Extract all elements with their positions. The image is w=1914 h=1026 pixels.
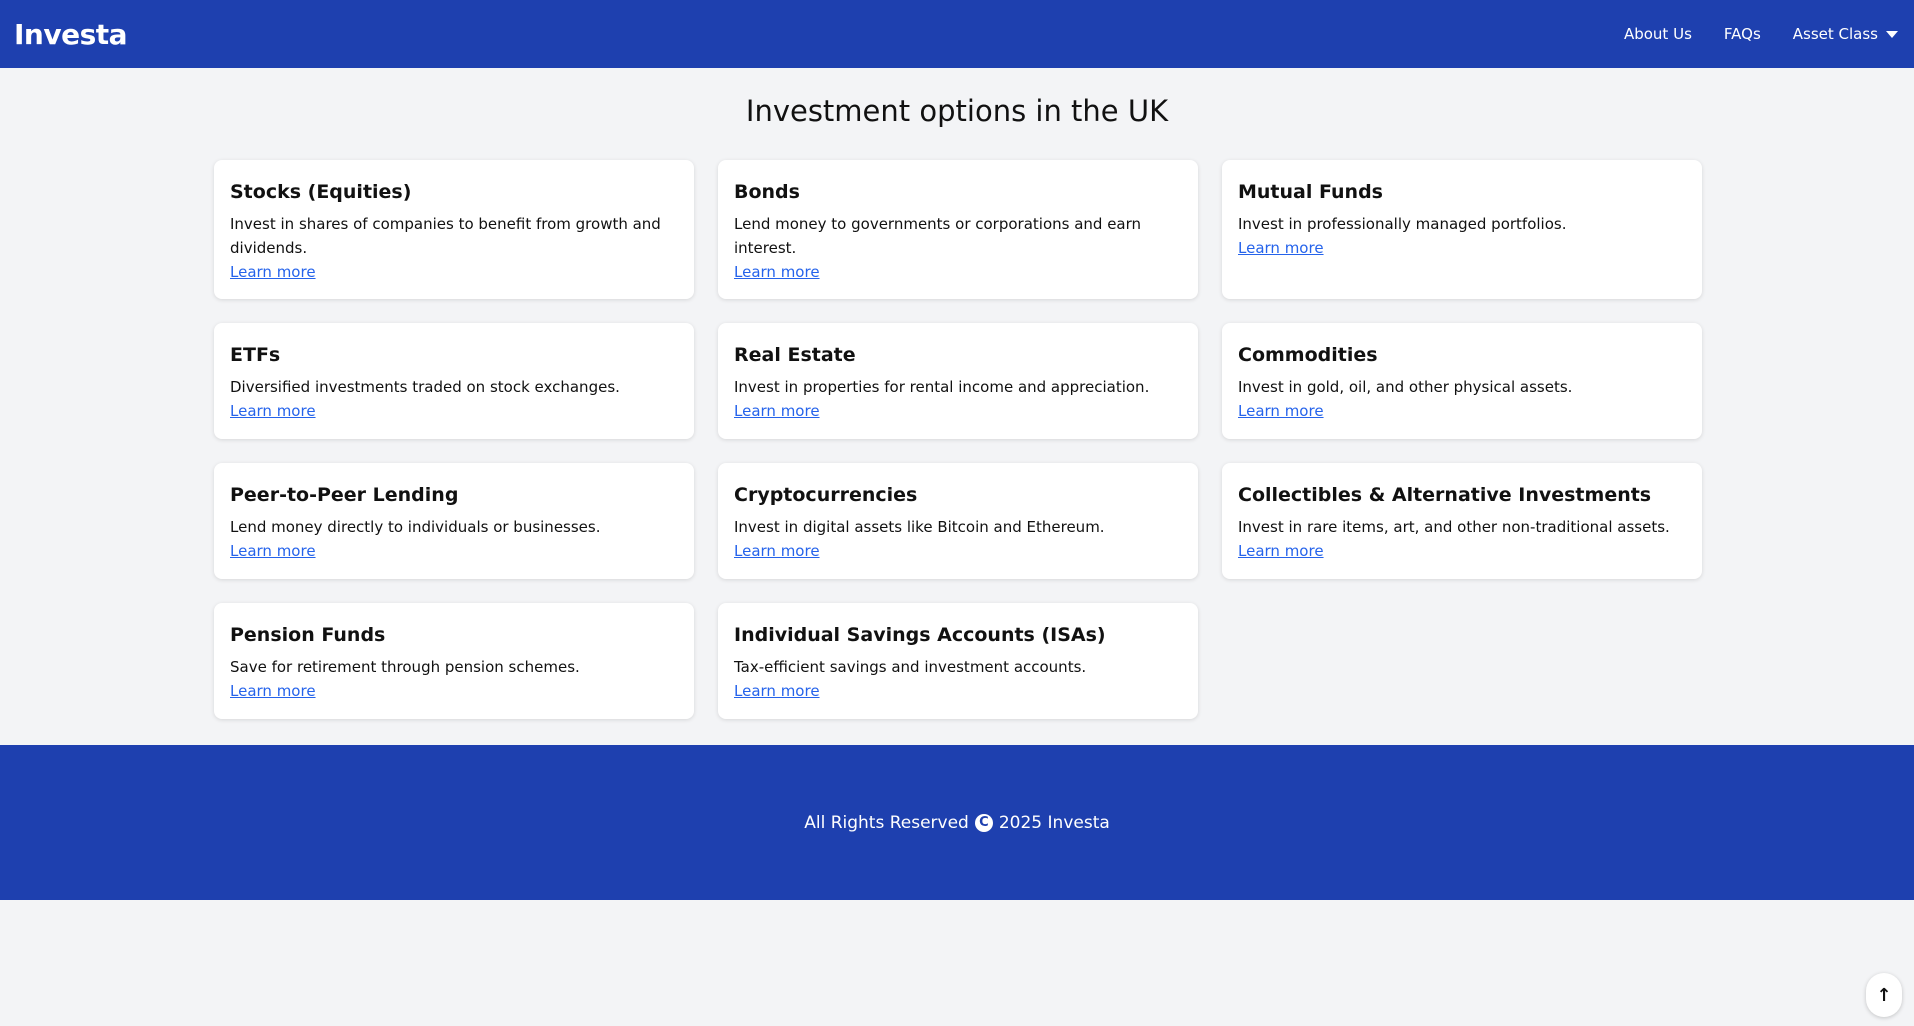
card-description: Save for retirement through pension sche… [230,658,580,676]
learn-more-link[interactable]: Learn more [230,542,316,560]
card-title: Individual Savings Accounts (ISAs) [734,624,1106,646]
card-title: Real Estate [734,344,856,366]
footer: All Rights Reserved C 2025 Investa [0,745,1914,900]
investment-card: Peer-to-Peer Lending Lend money directly … [214,463,694,579]
investment-cards-grid: Stocks (Equities) Invest in shares of com… [214,160,1702,743]
learn-more-link[interactable]: Learn more [1238,239,1324,257]
nav-asset-class-dropdown[interactable]: Asset Class [1793,25,1898,43]
nav-asset-class-label: Asset Class [1792,25,1878,43]
card-description: Invest in professionally managed portfol… [1238,215,1567,233]
nav-faqs[interactable]: FAQs [1724,25,1761,43]
card-title: ETFs [230,344,281,366]
investment-card: Collectibles & Alternative Investments In… [1222,463,1702,579]
learn-more-link[interactable]: Learn more [734,402,820,420]
nav-menu: About Us FAQs Asset Class [1624,25,1898,43]
investment-card: Individual Savings Accounts (ISAs) Tax-ef… [718,603,1198,719]
learn-more-link[interactable]: Learn more [1238,542,1324,560]
card-description: Invest in properties for rental income a… [734,378,1150,396]
investment-card: Bonds Lend money to governments or corpor… [718,160,1198,299]
caret-down-icon [1886,30,1898,38]
card-description: Tax-efficient savings and investment acc… [734,658,1087,676]
card-description: Invest in rare items, art, and other non… [1238,518,1670,536]
card-description: Invest in gold, oil, and other physical … [1238,378,1573,396]
navbar: Investa About Us FAQs Asset Class [0,0,1914,68]
investment-card: Mutual Funds Invest in professionally man… [1222,160,1702,299]
investment-card: Commodities Invest in gold, oil, and othe… [1222,323,1702,439]
investment-card: Cryptocurrencies Invest in digital assets… [718,463,1198,579]
card-title: Mutual Funds [1238,181,1383,203]
scroll-to-top-button[interactable]: ↑ [1866,973,1902,1017]
card-title: Peer-to-Peer Lending [230,484,459,506]
learn-more-link[interactable]: Learn more [734,263,820,281]
nav-about-us[interactable]: About Us [1624,25,1692,43]
page-title: Investment options in the UK [745,94,1169,128]
card-title: Stocks (Equities) [230,181,412,203]
investment-card: ETFs Diversified investments traded on st… [214,323,694,439]
learn-more-link[interactable]: Learn more [734,542,820,560]
card-description: Lend money directly to individuals or bu… [230,518,601,536]
card-title: Commodities [1238,344,1378,366]
arrow-up-icon: ↑ [1876,984,1892,1006]
card-title: Bonds [734,181,800,203]
card-title: Collectibles & Alternative Investments [1238,484,1652,506]
investment-card: Real Estate Invest in properties for rent… [718,323,1198,439]
investment-card: Pension Funds Save for retirement through… [214,603,694,719]
learn-more-link[interactable]: Learn more [230,402,316,420]
learn-more-link[interactable]: Learn more [230,682,316,700]
footer-year-brand: 2025 Investa [998,812,1110,833]
learn-more-link[interactable]: Learn more [734,682,820,700]
copyright-icon: C [974,813,993,832]
card-description: Diversified investments traded on stock … [230,378,620,396]
investment-card: Stocks (Equities) Invest in shares of com… [214,160,694,299]
footer-rights: All Rights Reserved [804,812,969,833]
logo[interactable]: Investa [14,18,128,51]
card-description: Lend money to governments or corporation… [734,215,1142,257]
card-title: Cryptocurrencies [734,484,918,506]
learn-more-link[interactable]: Learn more [230,263,316,281]
card-description: Invest in shares of companies to benefit… [230,215,661,257]
learn-more-link[interactable]: Learn more [1238,402,1324,420]
card-title: Pension Funds [230,624,386,646]
card-description: Invest in digital assets like Bitcoin an… [734,518,1105,536]
